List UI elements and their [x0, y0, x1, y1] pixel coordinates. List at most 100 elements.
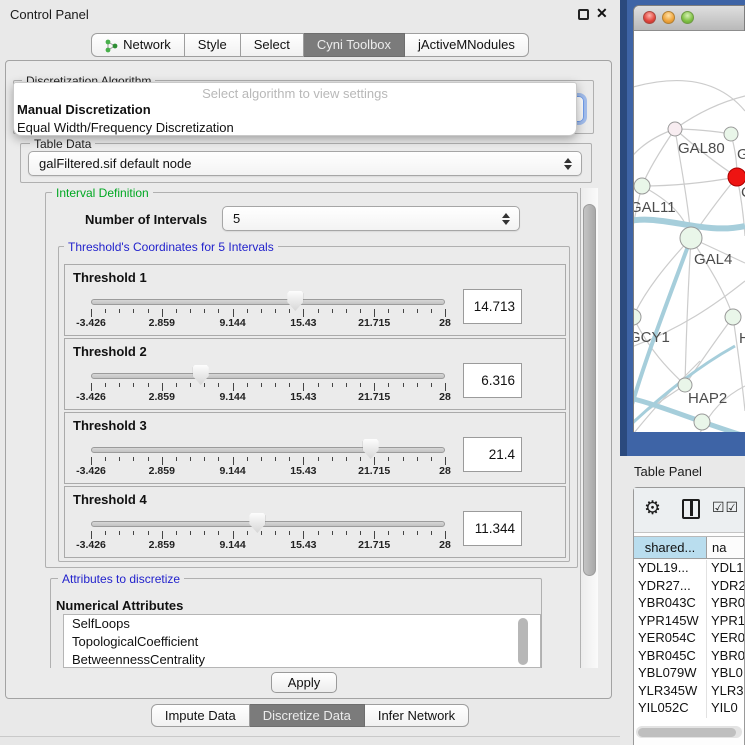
table-row[interactable]: YLR345WYLR3 — [634, 683, 744, 701]
threshold-slider-track[interactable] — [91, 299, 445, 305]
threshold-value-field[interactable] — [463, 437, 522, 472]
column-header-name[interactable]: na — [707, 537, 744, 558]
network-node-g[interactable] — [724, 127, 738, 141]
screen: Control Panel ✕ NetworkStyleSelectCyni T… — [0, 0, 745, 745]
tick-label: 9.144 — [219, 465, 245, 477]
table-cell: YPR1 — [707, 613, 744, 631]
table-row[interactable]: YDL19...YDL1 — [634, 560, 744, 578]
apply-button[interactable]: Apply — [271, 672, 337, 693]
tab-network[interactable]: Network — [91, 33, 185, 57]
tab-select[interactable]: Select — [241, 33, 304, 57]
network-node-gal80[interactable] — [668, 122, 682, 136]
threshold-slider-track[interactable] — [91, 373, 445, 379]
network-node-gal11[interactable] — [634, 178, 650, 194]
network-edge — [634, 129, 675, 171]
network-node-label: GAL4 — [694, 251, 732, 268]
table-row[interactable]: YBR043CYBR0 — [634, 595, 744, 613]
network-canvas[interactable]: GAL80GCGAL11GAL4GCY1HHAP2 — [634, 31, 745, 432]
main-scrollbar-thumb[interactable] — [583, 204, 596, 576]
close-icon[interactable]: ✕ — [596, 5, 608, 22]
attribute-item-betweennesscentrality[interactable]: BetweennessCentrality — [64, 651, 540, 668]
threshold-slider-thumb[interactable] — [249, 513, 265, 533]
tab-cyni-toolbox[interactable]: Cyni Toolbox — [304, 33, 405, 57]
tab-infer-network[interactable]: Infer Network — [365, 704, 469, 727]
threshold-slider-track[interactable] — [91, 521, 445, 527]
number-of-intervals-label: Number of Intervals — [85, 212, 207, 227]
table-cell: YBL079W — [634, 665, 707, 683]
algorithm-option-equal-width-frequency-discretization[interactable]: Equal Width/Frequency Discretization — [14, 119, 576, 137]
network-node-h[interactable] — [725, 309, 741, 325]
table-panel-title: Table Panel — [634, 464, 702, 479]
table-header-row: shared... na — [634, 536, 744, 559]
tab-discretize-data[interactable]: Discretize Data — [250, 704, 365, 727]
numerical-attributes-list[interactable]: SelfLoopsTopologicalCoefficientBetweenne… — [63, 614, 541, 668]
threshold-slider-track[interactable] — [91, 447, 445, 453]
table-row[interactable]: YPR145WYPR1 — [634, 613, 744, 631]
tab-label: Style — [198, 34, 227, 56]
table-row[interactable]: YIL052CYIL0 — [634, 700, 744, 718]
network-node-label: GAL80 — [678, 140, 725, 157]
table-row[interactable]: YER054CYER0 — [634, 630, 744, 648]
table-cell: YBR043C — [634, 595, 707, 613]
footer-bar: Apply — [6, 668, 611, 698]
threshold-panel-2: Threshold 2-3.4262.8599.14415.4321.71528 — [64, 338, 566, 410]
threshold-value-field[interactable] — [463, 363, 522, 398]
desktop-edge — [620, 0, 627, 456]
minimize-traffic-light[interactable] — [662, 11, 675, 24]
algorithm-hint: Select algorithm to view settings — [14, 83, 576, 101]
node-table: ⚙ ☑☑ shared... na YDL19...YDL1YDR27...YD… — [633, 487, 745, 745]
tab-label: Cyni Toolbox — [317, 34, 391, 56]
threshold-slider-thumb[interactable] — [193, 365, 209, 385]
close-traffic-light[interactable] — [643, 11, 656, 24]
tab-impute-data[interactable]: Impute Data — [151, 704, 250, 727]
network-node[interactable] — [694, 414, 710, 430]
settings-gear-icon[interactable]: ⚙ — [644, 497, 661, 520]
network-window-titlebar[interactable] — [634, 6, 744, 31]
table-data-combobox-value: galFiltered.sif default node — [39, 156, 191, 171]
algorithm-option-manual-discretization[interactable]: Manual Discretization — [14, 101, 576, 119]
attributes-list-scrollbar[interactable] — [518, 618, 528, 665]
table-row[interactable]: YBL079WYBL0 — [634, 665, 744, 683]
tab-label: Discretize Data — [263, 705, 351, 726]
network-node-gcy1[interactable] — [634, 309, 641, 325]
main-scrollbar-track[interactable] — [580, 188, 598, 668]
network-node-label: GAL11 — [634, 199, 676, 216]
network-node-gal4[interactable] — [680, 227, 702, 249]
threshold-slider-thumb[interactable] — [287, 291, 303, 311]
table-row[interactable]: YDR27...YDR2 — [634, 578, 744, 596]
threshold-value-field[interactable] — [463, 511, 522, 546]
table-hscrollbar-thumb[interactable] — [638, 728, 736, 737]
algorithm-dropdown-popup: Select algorithm to view settings Manual… — [13, 82, 577, 136]
zoom-traffic-light[interactable] — [681, 11, 694, 24]
table-cell: YIL0 — [707, 700, 744, 718]
network-icon — [105, 38, 118, 52]
table-data-group-label: Table Data — [30, 137, 95, 151]
tab-label: Impute Data — [165, 705, 236, 726]
number-of-intervals-value: 5 — [233, 211, 240, 226]
table-cell: YDL1 — [707, 560, 744, 578]
tick-label: 9.144 — [219, 391, 245, 403]
split-column-icon[interactable] — [682, 499, 700, 519]
tick-label: 21.715 — [358, 539, 390, 551]
tab-jactivemnodules[interactable]: jActiveMNodules — [405, 33, 529, 57]
threshold-value-field[interactable] — [463, 289, 522, 324]
tab-style[interactable]: Style — [185, 33, 241, 57]
network-node-label: GCY1 — [634, 329, 670, 346]
column-header-shared-name[interactable]: shared... — [634, 537, 707, 558]
tick-label: 15.43 — [290, 317, 316, 329]
threshold-slider-thumb[interactable] — [363, 439, 379, 459]
table-hscrollbar-track[interactable] — [636, 726, 742, 738]
number-of-intervals-combobox[interactable]: 5 — [222, 206, 520, 231]
tick-label: 28 — [439, 465, 451, 477]
combo-stepper-icon — [564, 158, 572, 170]
attribute-item-topologicalcoefficient[interactable]: TopologicalCoefficient — [64, 633, 540, 651]
network-node-label: HAP2 — [688, 390, 727, 407]
slider-ticks — [91, 383, 446, 397]
network-graph: GAL80GCGAL11GAL4GCY1HHAP2 — [634, 31, 745, 432]
attribute-item-selfloops[interactable]: SelfLoops — [64, 615, 540, 633]
table-data-combobox[interactable]: galFiltered.sif default node — [28, 151, 582, 176]
tick-label: 15.43 — [290, 465, 316, 477]
float-window-icon[interactable] — [578, 9, 589, 20]
select-columns-checkboxes-icon[interactable]: ☑☑ — [712, 499, 739, 516]
table-row[interactable]: YBR045CYBR0 — [634, 648, 744, 666]
